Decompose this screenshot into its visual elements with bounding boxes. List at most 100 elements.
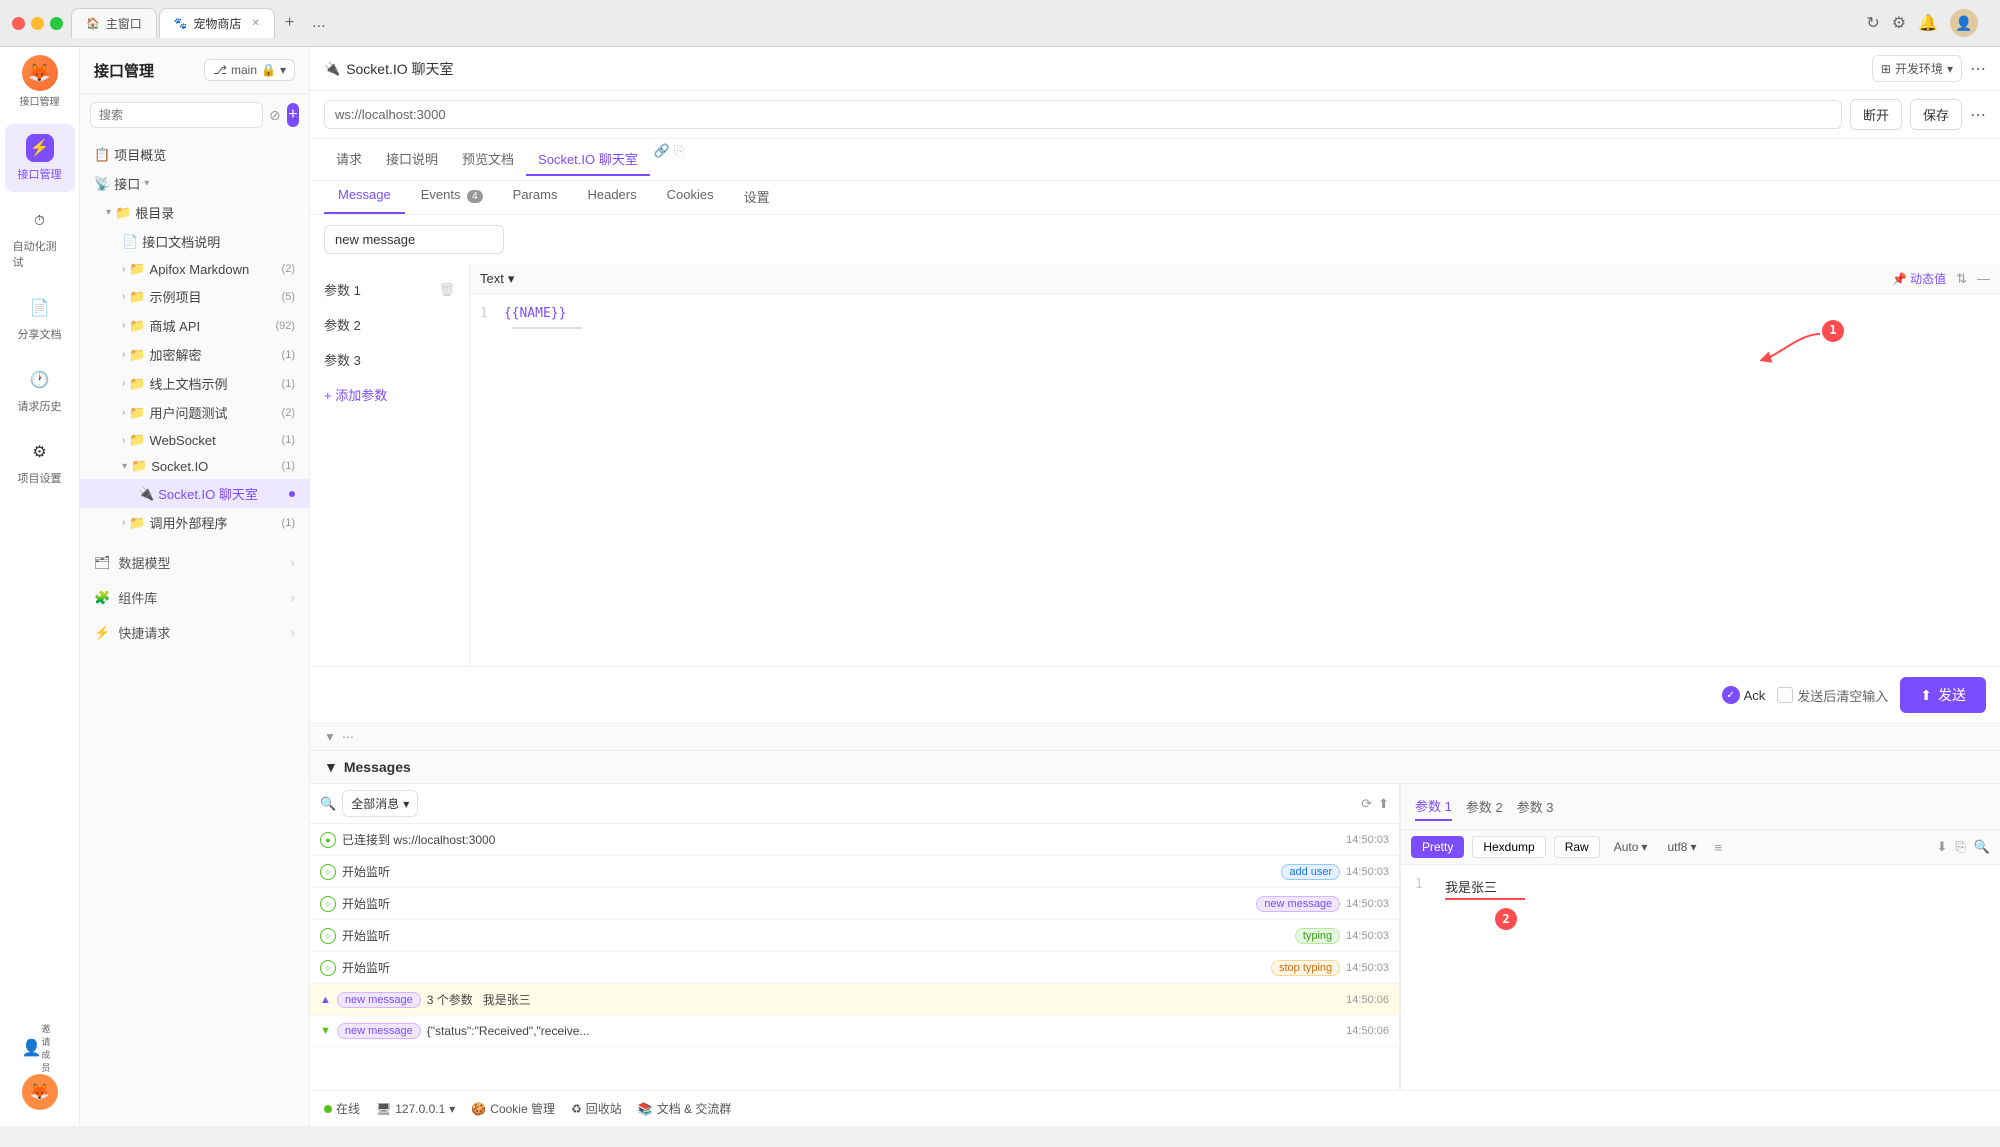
more-options-icon[interactable]: ⋯: [1970, 59, 1986, 79]
right-tab-param1[interactable]: 参数 1: [1415, 792, 1452, 821]
tree-root-dir[interactable]: ▾ 📁 根目录: [80, 198, 309, 227]
ip-selector[interactable]: 🖥 127.0.0.1 ▾: [376, 1102, 455, 1116]
tab-cookies[interactable]: Cookies: [653, 181, 728, 214]
tree-examples[interactable]: › 📁 示例项目 (5): [80, 282, 309, 311]
copy-content-icon[interactable]: ⎘: [1955, 839, 1965, 855]
upload-msg-icon[interactable]: ⬆: [1378, 796, 1389, 812]
param-row-1[interactable]: 参数 1 🗑: [310, 272, 469, 307]
tab-close-icon[interactable]: ✕: [251, 18, 259, 29]
workspace-label: 接口管理: [20, 93, 60, 108]
auto-encoding-select[interactable]: Auto ▾: [1608, 837, 1654, 857]
link-icon[interactable]: 🔗: [654, 143, 670, 176]
search-input[interactable]: [90, 102, 263, 128]
download-icon[interactable]: ⬇: [1937, 839, 1948, 855]
expand-icon[interactable]: ⇅: [1956, 271, 1967, 287]
close-button[interactable]: [12, 17, 25, 30]
collapse-messages-icon[interactable]: ▼: [324, 759, 338, 775]
collapse-code-icon[interactable]: —: [1977, 271, 1990, 286]
sidebar-item-interface[interactable]: ⚡ 接口管理: [5, 124, 75, 192]
filter-dropdown[interactable]: 全部消息 ▾: [342, 790, 418, 817]
dynamic-value-link[interactable]: 📌 动态值: [1892, 270, 1946, 287]
msg-sent-newmessage[interactable]: ▲ new message 3 个参数 我是张三 14:50:06: [310, 984, 1399, 1016]
collapse-divider[interactable]: ▼ ⋯: [310, 723, 2000, 750]
param-row-3[interactable]: 参数 3: [310, 342, 469, 377]
param-row-2[interactable]: 参数 2: [310, 307, 469, 342]
add-param-button[interactable]: + 添加参数: [310, 377, 469, 412]
refresh-msg-icon[interactable]: ⟳: [1361, 796, 1372, 812]
add-button[interactable]: +: [287, 103, 299, 127]
list-icon[interactable]: ≡: [1714, 840, 1722, 855]
tab-socketio-room[interactable]: Socket.IO 聊天室: [526, 143, 650, 176]
view-raw-button[interactable]: Raw: [1554, 836, 1600, 858]
clear-checkbox[interactable]: [1777, 687, 1793, 703]
tab-settings-main[interactable]: 设置: [730, 181, 784, 214]
tab-description[interactable]: 接口说明: [374, 143, 450, 176]
tree-external[interactable]: › 📁 调用外部程序 (1): [80, 508, 309, 537]
tree-user-issues[interactable]: › 📁 用户问题测试 (2): [80, 398, 309, 427]
sidebar-item-automation[interactable]: ⏱ 自动化测试: [5, 196, 75, 280]
sidebar-item-settings[interactable]: ⚙ 项目设置: [5, 428, 75, 496]
docs-community[interactable]: 📚 文档 & 交流群: [638, 1100, 732, 1117]
sub-components[interactable]: 🧩 组件库 ›: [80, 580, 309, 615]
tab-preview[interactable]: 预览文档: [450, 143, 526, 176]
tree-socketio[interactable]: ▾ 📁 Socket.IO (1): [80, 453, 309, 479]
sub-quick-request[interactable]: ⚡ 快捷请求 ›: [80, 615, 309, 650]
url-input[interactable]: [324, 100, 1842, 129]
ack-check-icon[interactable]: ✓: [1722, 686, 1740, 704]
settings-icon[interactable]: ⚙: [1892, 13, 1906, 33]
tree-crypto[interactable]: › 📁 加密解密 (1): [80, 340, 309, 369]
tree-apifox-md[interactable]: › 📁 Apifox Markdown (2): [80, 256, 309, 282]
disconnect-button[interactable]: 断开: [1850, 99, 1902, 130]
view-hexdump-button[interactable]: Hexdump: [1472, 836, 1545, 858]
tab-events[interactable]: Events 4: [407, 181, 497, 214]
utf8-chevron: ▾: [1690, 840, 1696, 854]
save-button[interactable]: 保存: [1910, 99, 1962, 130]
env-selector[interactable]: ⊞ 开发环境 ▾: [1872, 55, 1962, 82]
recycle-bin[interactable]: ♻ 回收站: [571, 1100, 622, 1117]
tree-socketio-chat[interactable]: 🔌 Socket.IO 聊天室: [80, 479, 309, 508]
code-type-selector[interactable]: Text ▾: [480, 271, 514, 287]
tree-api-doc[interactable]: 📄 接口文档说明: [80, 227, 309, 256]
right-tab-param3[interactable]: 参数 3: [1517, 793, 1554, 820]
tree-online-docs[interactable]: › 📁 线上文档示例 (1): [80, 369, 309, 398]
sub-data-model[interactable]: 🗂 数据模型 ›: [80, 545, 309, 580]
refresh-icon[interactable]: ↻: [1866, 13, 1879, 33]
search-content-icon[interactable]: 🔍: [1974, 839, 1990, 855]
right-tab-param2[interactable]: 参数 2: [1466, 793, 1503, 820]
apifox-logo[interactable]: 🦊: [22, 1074, 58, 1110]
more-url-options-icon[interactable]: ⋯: [1970, 105, 1986, 125]
send-button[interactable]: ⬆ 发送: [1900, 677, 1986, 713]
tree-shop-api[interactable]: › 📁 商城 API (92): [80, 311, 309, 340]
utf8-encoding-select[interactable]: utf8 ▾: [1661, 837, 1702, 857]
notification-icon[interactable]: 🔔: [1918, 13, 1938, 33]
param-1-delete-icon[interactable]: 🗑: [438, 282, 455, 298]
workspace-avatar[interactable]: 🦊: [22, 55, 58, 91]
event-name-input[interactable]: [324, 225, 504, 254]
tab-message[interactable]: Message: [324, 181, 405, 214]
minimize-button[interactable]: [31, 17, 44, 30]
code-underline: [512, 327, 582, 329]
msg-received-newmessage[interactable]: ▼ new message {"status":"Received","rece…: [310, 1016, 1399, 1047]
tree-project-overview[interactable]: 📋 项目概览: [80, 140, 309, 169]
more-tabs-button[interactable]: ...: [304, 10, 333, 36]
tab-pet[interactable]: 🐾 宠物商店 ✕: [159, 8, 275, 38]
view-pretty-button[interactable]: Pretty: [1411, 836, 1464, 858]
tab-params[interactable]: Params: [499, 181, 572, 214]
search-msg-icon[interactable]: 🔍: [320, 796, 336, 812]
filter-icon[interactable]: ⊘: [269, 107, 281, 124]
tab-home[interactable]: 🏠 主窗口: [71, 8, 157, 38]
copy-icon[interactable]: ⎘: [674, 143, 684, 176]
tree-interface[interactable]: 📡 接口 ▾: [80, 169, 309, 198]
user-avatar[interactable]: 👤: [1950, 9, 1978, 37]
sidebar-item-docs[interactable]: 📄 分享文档: [5, 284, 75, 352]
invite-button[interactable]: 👤邀请成员: [22, 1030, 58, 1066]
tree-websocket[interactable]: › 📁 WebSocket (1): [80, 427, 309, 453]
branch-selector[interactable]: ⎇ main 🔒 ▾: [204, 59, 295, 81]
tab-headers[interactable]: Headers: [573, 181, 650, 214]
maximize-button[interactable]: [50, 17, 63, 30]
cookie-manager[interactable]: 🍪 Cookie 管理: [471, 1100, 555, 1117]
tab-request[interactable]: 请求: [324, 143, 374, 176]
new-tab-button[interactable]: +: [277, 10, 302, 36]
code-editor[interactable]: 1 {{NAME}}: [470, 294, 2000, 374]
sidebar-item-history[interactable]: 🕐 请求历史: [5, 356, 75, 424]
